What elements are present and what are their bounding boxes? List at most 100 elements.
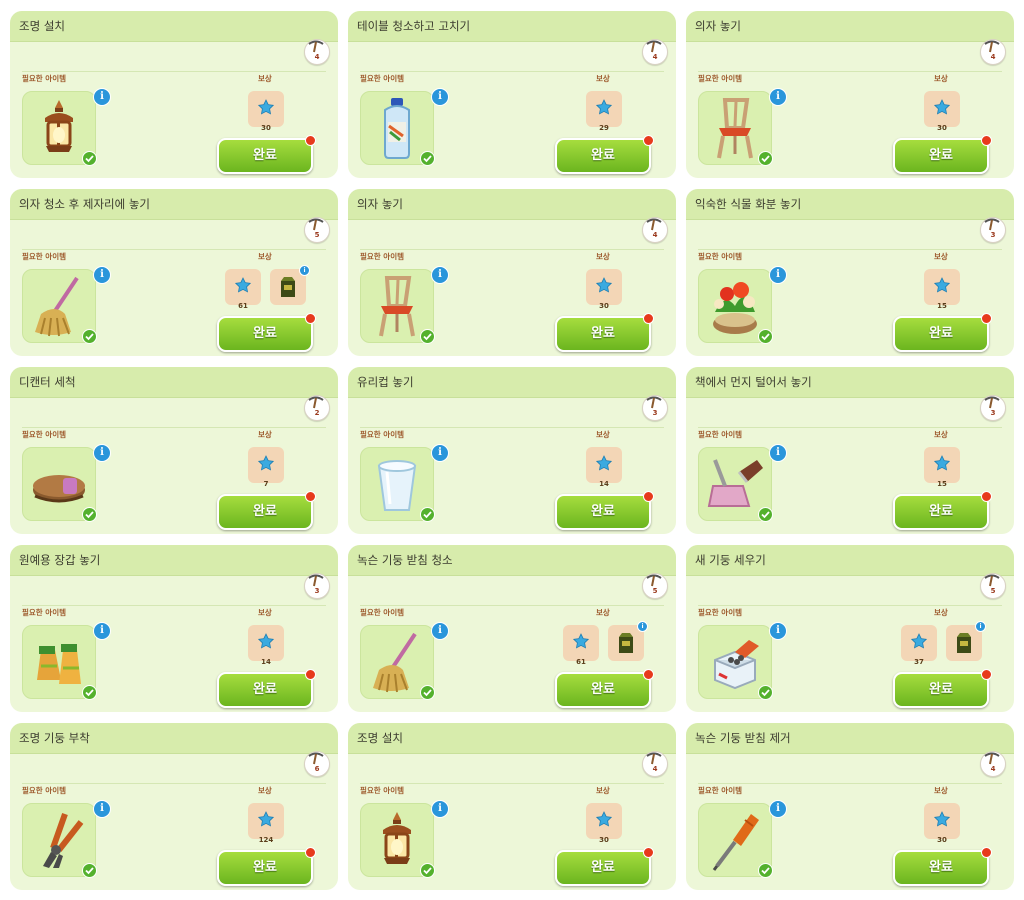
task-title: 원예용 장갑 놓기	[19, 553, 101, 567]
complete-button-label: 완료	[253, 326, 277, 341]
info-icon[interactable]: i	[93, 88, 111, 106]
required-item-slot[interactable]: i	[698, 266, 787, 344]
divider	[698, 249, 1002, 250]
info-icon[interactable]: i	[769, 800, 787, 818]
reward-material[interactable]: i	[946, 621, 986, 661]
star-icon	[257, 811, 275, 831]
complete-button[interactable]: 완료	[217, 491, 316, 530]
divider	[360, 71, 664, 72]
reward-star: 14	[248, 625, 284, 666]
reward-star: 30	[586, 803, 622, 844]
info-icon[interactable]: i	[93, 266, 111, 284]
task-title: 디캔터 세척	[19, 375, 76, 389]
complete-button[interactable]: 완료	[555, 669, 654, 708]
divider	[360, 427, 664, 428]
task-card: 테이블 청소하고 고치기 4 필요한 아이템 보상 i 29 완료	[348, 11, 676, 178]
divider	[22, 249, 326, 250]
info-icon[interactable]: i	[93, 444, 111, 462]
info-icon[interactable]: i	[431, 622, 449, 640]
reward-label: 보상	[258, 430, 272, 439]
tool-count-badge: 3	[304, 573, 330, 599]
info-icon[interactable]: i	[431, 88, 449, 106]
required-item-slot[interactable]: i	[698, 622, 787, 700]
tool-count: 4	[990, 765, 996, 773]
info-icon[interactable]: i	[93, 800, 111, 818]
complete-button[interactable]: 완료	[217, 313, 316, 352]
complete-button[interactable]: 완료	[893, 135, 992, 174]
info-icon[interactable]: i	[299, 265, 310, 276]
required-item-slot[interactable]: i	[22, 622, 111, 700]
reward-label: 보상	[596, 74, 610, 83]
tool-count: 4	[652, 765, 658, 773]
info-icon[interactable]: i	[769, 88, 787, 106]
complete-button[interactable]: 완료	[893, 313, 992, 352]
required-item-slot[interactable]: i	[360, 266, 449, 344]
tool-count: 4	[652, 231, 658, 239]
info-icon[interactable]: i	[637, 621, 648, 632]
reward-star: 7	[248, 447, 284, 488]
tool-count: 3	[652, 409, 658, 417]
required-item-slot[interactable]: i	[22, 800, 111, 878]
complete-button[interactable]: 완료	[217, 135, 316, 174]
info-icon[interactable]: i	[431, 800, 449, 818]
complete-button[interactable]: 완료	[893, 491, 992, 530]
required-item-slot[interactable]: i	[360, 444, 449, 522]
star-icon	[257, 455, 275, 475]
tool-count-badge: 3	[980, 217, 1006, 243]
complete-button-label: 완료	[253, 860, 277, 875]
complete-button[interactable]: 완료	[555, 313, 654, 352]
complete-button-label: 완료	[253, 148, 277, 163]
task-card: 녹슨 기둥 받침 청소 5 필요한 아이템 보상 i 61 i 완료	[348, 545, 676, 712]
tool-count: 4	[990, 53, 996, 61]
info-icon[interactable]: i	[93, 622, 111, 640]
notification-dot	[981, 847, 992, 858]
star-icon	[595, 811, 613, 831]
complete-button[interactable]: 완료	[893, 669, 992, 708]
task-card: 조명 설치 4 필요한 아이템 보상 i 30 완료	[348, 723, 676, 890]
reward-label: 보상	[258, 608, 272, 617]
complete-button[interactable]: 완료	[217, 669, 316, 708]
info-icon[interactable]: i	[975, 621, 986, 632]
reward-star: 29	[586, 91, 622, 132]
info-icon[interactable]: i	[431, 444, 449, 462]
task-card: 녹슨 기둥 받침 제거 4 필요한 아이템 보상 i 30 완료	[686, 723, 1014, 890]
required-item-slot[interactable]: i	[22, 88, 111, 166]
complete-button-label: 완료	[591, 860, 615, 875]
task-title: 유리컵 놓기	[357, 375, 414, 389]
reward-label: 보상	[596, 608, 610, 617]
required-item-slot[interactable]: i	[698, 800, 787, 878]
required-item-slot[interactable]: i	[22, 444, 111, 522]
required-item-slot[interactable]: i	[360, 800, 449, 878]
required-item-label: 필요한 아이템	[698, 252, 743, 261]
info-icon[interactable]: i	[769, 444, 787, 462]
required-item-slot[interactable]: i	[698, 444, 787, 522]
reward-material[interactable]: i	[270, 265, 310, 305]
check-icon	[82, 151, 97, 166]
tool-count: 5	[314, 231, 320, 239]
reward-value: 15	[937, 302, 947, 310]
task-title: 녹슨 기둥 받침 제거	[695, 731, 791, 745]
task-card: 원예용 장갑 놓기 3 필요한 아이템 보상 i 14 완료	[10, 545, 338, 712]
info-icon[interactable]: i	[769, 266, 787, 284]
notification-dot	[981, 491, 992, 502]
task-card: 디캔터 세척 2 필요한 아이템 보상 i 7 완료	[10, 367, 338, 534]
notification-dot	[981, 313, 992, 324]
required-item-slot[interactable]: i	[360, 622, 449, 700]
notification-dot	[643, 135, 654, 146]
complete-button-label: 완료	[929, 860, 953, 875]
complete-button[interactable]: 완료	[555, 135, 654, 174]
complete-button-label: 완료	[591, 682, 615, 697]
divider	[360, 249, 664, 250]
complete-button[interactable]: 완료	[555, 491, 654, 530]
required-item-slot[interactable]: i	[360, 88, 449, 166]
material-box-icon	[278, 276, 298, 302]
complete-button[interactable]: 완료	[893, 847, 992, 886]
info-icon[interactable]: i	[769, 622, 787, 640]
required-item-slot[interactable]: i	[698, 88, 787, 166]
info-icon[interactable]: i	[431, 266, 449, 284]
required-item-slot[interactable]: i	[22, 266, 111, 344]
complete-button[interactable]: 완료	[555, 847, 654, 886]
complete-button[interactable]: 완료	[217, 847, 316, 886]
reward-material[interactable]: i	[608, 621, 648, 661]
star-icon	[933, 277, 951, 297]
